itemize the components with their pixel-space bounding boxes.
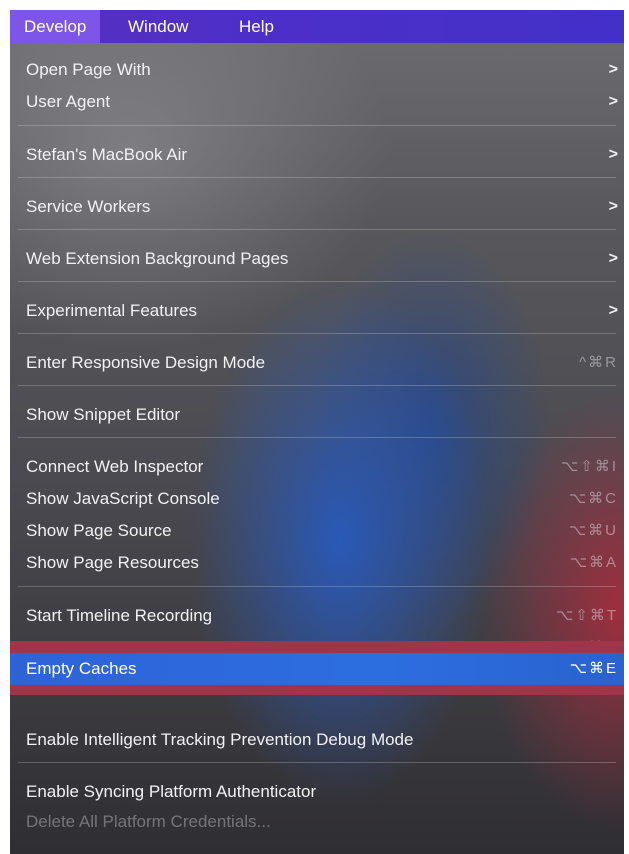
- menu-help[interactable]: Help: [239, 10, 274, 43]
- menu-window[interactable]: Window: [128, 10, 188, 43]
- develop-menu-lower: Enable Intelligent Tracking Prevention D…: [10, 43, 624, 854]
- menu-item-enable-syncing-platform-authenticator[interactable]: Enable Syncing Platform Authenticator: [10, 779, 624, 805]
- menu-item-label: Delete All Platform Credentials...: [26, 812, 271, 831]
- menu-bar: Develop Window Help: [10, 10, 624, 43]
- menu-separator: [18, 762, 616, 763]
- menu-develop[interactable]: Develop: [10, 10, 101, 43]
- menu-item-label: Enable Syncing Platform Authenticator: [26, 782, 317, 801]
- menu-item-label: Enable Intelligent Tracking Prevention D…: [26, 730, 414, 749]
- screenshot-frame: Develop Window Help Open Page With > Use…: [10, 10, 624, 854]
- menu-item-enable-itp-debug-mode[interactable]: Enable Intelligent Tracking Prevention D…: [10, 727, 624, 753]
- menu-item-delete-all-platform-credentials: Delete All Platform Credentials...: [10, 809, 624, 835]
